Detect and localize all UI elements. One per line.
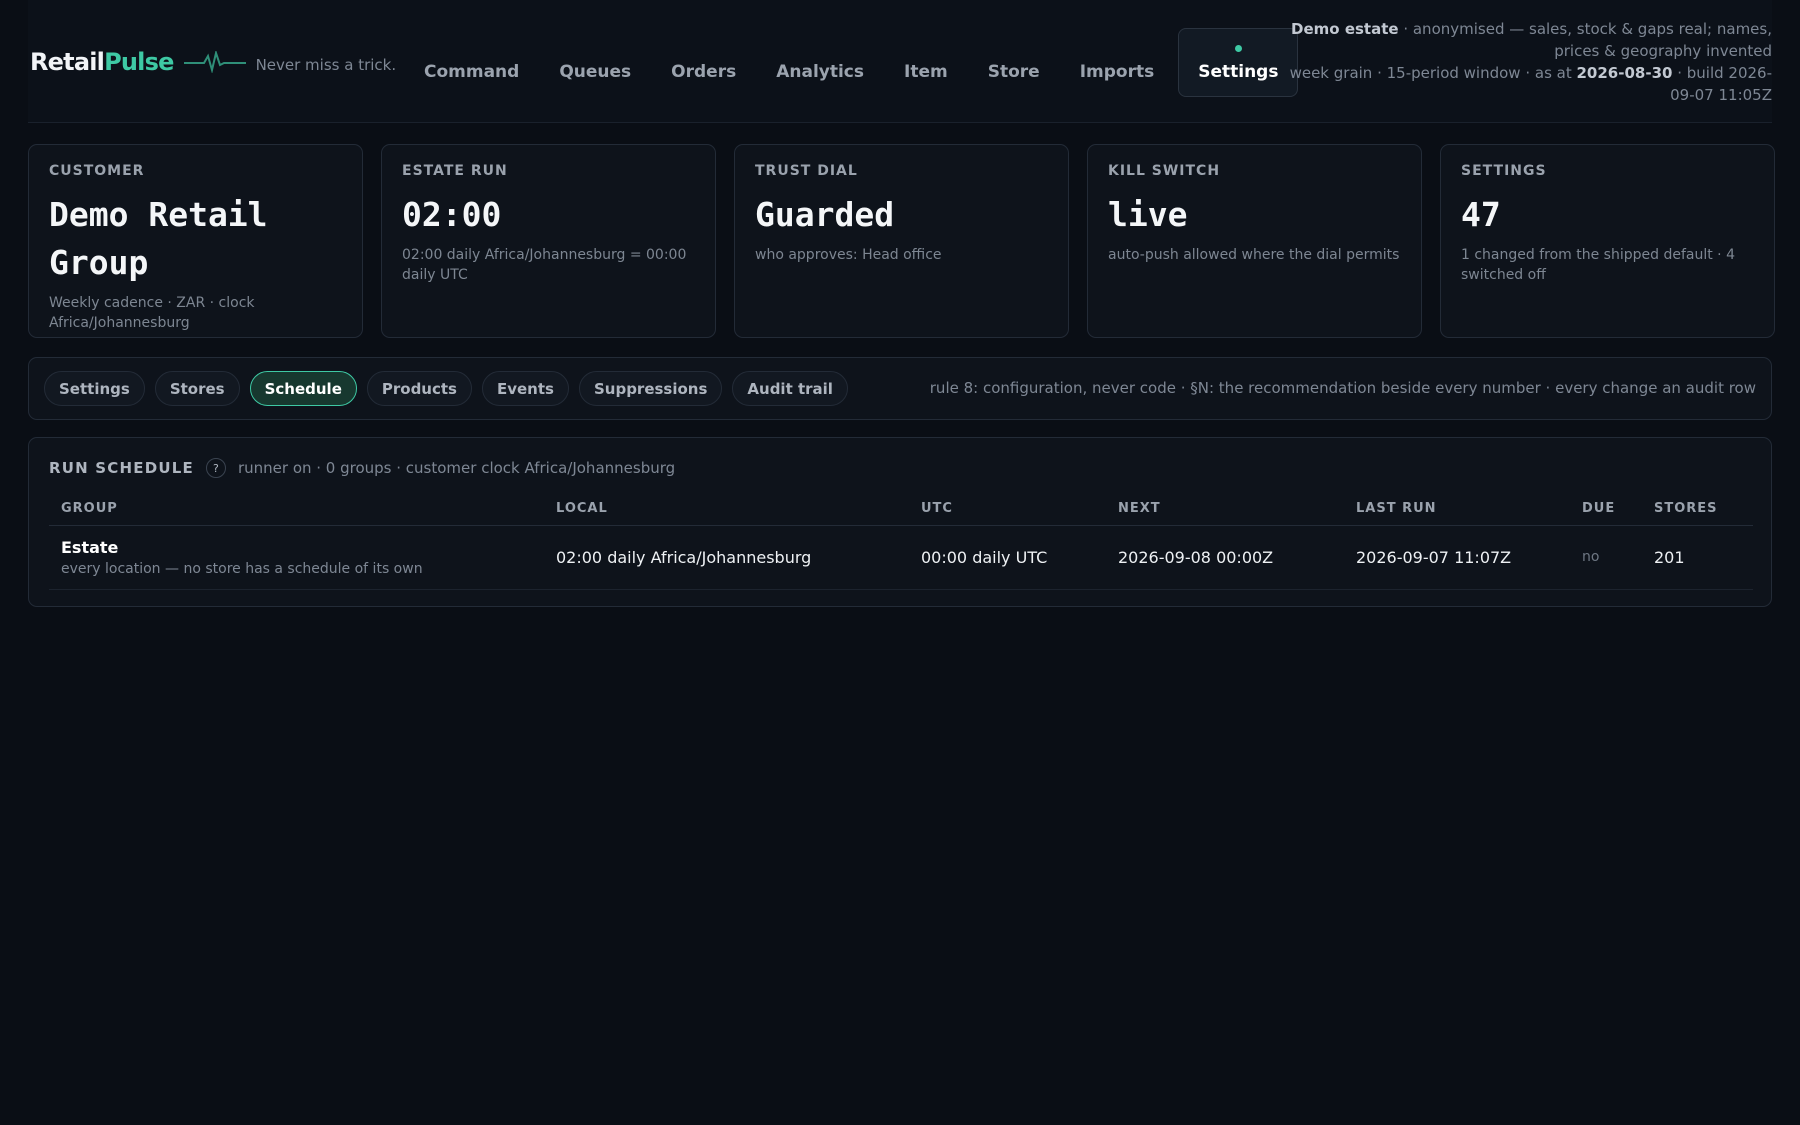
main-nav: Command Queues Orders Analytics Item Sto… <box>404 28 1299 97</box>
tab-settings[interactable]: Settings <box>44 371 145 406</box>
panel-title: RUN SCHEDULE <box>49 459 194 477</box>
kpi-label: KILL SWITCH <box>1108 163 1221 179</box>
kpi-sub: Weekly cadence · ZAR · clock Africa/Joha… <box>49 295 255 331</box>
brand: RetailPulse Never miss a trick. <box>30 48 396 76</box>
kpi-sub: 02:00 daily Africa/Johannesburg = 00:00 … <box>402 247 687 283</box>
kpi-sub: auto-push allowed where the dial permits <box>1108 247 1400 263</box>
cell-stores: 201 <box>1642 525 1753 590</box>
estate-name: Demo estate <box>1291 20 1399 38</box>
nav-analytics[interactable]: Analytics <box>756 28 884 97</box>
schedule-table: GROUP LOCAL UTC NEXT LAST RUN DUE STORES… <box>49 493 1753 590</box>
col-utc: UTC <box>909 493 1106 526</box>
col-stores: STORES <box>1642 493 1753 526</box>
run-schedule-panel: RUN SCHEDULE ? runner on · 0 groups · cu… <box>28 437 1772 607</box>
table-row[interactable]: Estate every location — no store has a s… <box>49 525 1753 590</box>
kpi-value: 02:00 <box>402 195 502 234</box>
active-dot-icon <box>1235 45 1243 52</box>
kpi-trust-dial: TRUST DIAL Guarded who approves: Head of… <box>734 144 1069 338</box>
nav-orders[interactable]: Orders <box>651 28 756 97</box>
cell-group: Estate every location — no store has a s… <box>49 525 544 590</box>
kpi-sub: who approves: Head office <box>755 247 942 263</box>
col-last-run: LAST RUN <box>1344 493 1570 526</box>
logo[interactable]: RetailPulse <box>30 48 174 76</box>
col-group: GROUP <box>49 493 544 526</box>
as-at-date: 2026-08-30 <box>1576 64 1673 82</box>
kpi-label: ESTATE RUN <box>402 163 508 179</box>
kpi-value: Demo Retail Group <box>49 195 268 282</box>
nav-imports[interactable]: Imports <box>1060 28 1175 97</box>
kpi-kill-switch: KILL SWITCH live auto-push allowed where… <box>1087 144 1422 338</box>
top-bar: RetailPulse Never miss a trick. Command … <box>28 0 1772 123</box>
kpi-label: TRUST DIAL <box>755 163 858 179</box>
kpi-settings: SETTINGS 47 1 changed from the shipped d… <box>1440 144 1775 338</box>
kpi-value: Guarded <box>755 195 895 234</box>
col-next: NEXT <box>1106 493 1344 526</box>
nav-queues[interactable]: Queues <box>539 28 651 97</box>
cell-local: 02:00 daily Africa/Johannesburg <box>544 525 909 590</box>
tab-products[interactable]: Products <box>366 371 472 406</box>
kpi-label: CUSTOMER <box>49 163 145 179</box>
heartbeat-icon <box>183 51 246 73</box>
tab-suppressions[interactable]: Suppressions <box>578 371 723 406</box>
panel-subtitle: runner on · 0 groups · customer clock Af… <box>237 459 676 477</box>
logo-text-pulse: Pulse <box>104 48 174 76</box>
kpi-row: CUSTOMER Demo Retail Group Weekly cadenc… <box>28 144 1775 338</box>
tab-schedule[interactable]: Schedule <box>249 371 357 406</box>
window-info: week grain · 15-period window · as at <box>1289 64 1577 82</box>
estate-note: · anonymised — sales, stock & gaps real;… <box>1398 20 1772 60</box>
settings-subnav: Settings Stores Schedule Products Events… <box>28 357 1772 420</box>
subnav-note: rule 8: configuration, never code · §N: … <box>929 379 1756 397</box>
tab-stores[interactable]: Stores <box>154 371 240 406</box>
col-local: LOCAL <box>544 493 909 526</box>
kpi-customer: CUSTOMER Demo Retail Group Weekly cadenc… <box>28 144 363 338</box>
tab-events[interactable]: Events <box>481 371 569 406</box>
nav-store[interactable]: Store <box>968 28 1060 97</box>
kpi-value: 47 <box>1461 195 1501 234</box>
group-description: every location — no store has a schedule… <box>61 560 423 577</box>
cell-utc: 00:00 daily UTC <box>909 525 1106 590</box>
cell-last-run: 2026-09-07 11:07Z <box>1344 525 1570 590</box>
kpi-value: live <box>1108 195 1188 234</box>
kpi-estate-run: ESTATE RUN 02:00 02:00 daily Africa/Joha… <box>381 144 716 338</box>
kpi-sub: 1 changed from the shipped default · 4 s… <box>1461 247 1735 283</box>
kpi-label: SETTINGS <box>1461 163 1547 179</box>
logo-text-retail: Retail <box>30 48 105 76</box>
build-info: · build 2026-09-07 11:05Z <box>1670 64 1772 104</box>
group-name: Estate <box>61 537 119 557</box>
help-icon[interactable]: ? <box>205 458 226 478</box>
cell-due: no <box>1570 525 1642 590</box>
nav-settings-label: Settings <box>1198 61 1279 82</box>
estate-meta: Demo estate · anonymised — sales, stock … <box>1272 18 1772 106</box>
nav-command[interactable]: Command <box>404 28 539 97</box>
cell-next: 2026-09-08 00:00Z <box>1106 525 1344 590</box>
col-due: DUE <box>1570 493 1642 526</box>
tab-audit-trail[interactable]: Audit trail <box>732 371 848 406</box>
tagline: Never miss a trick. <box>255 56 397 74</box>
nav-item[interactable]: Item <box>884 28 968 97</box>
